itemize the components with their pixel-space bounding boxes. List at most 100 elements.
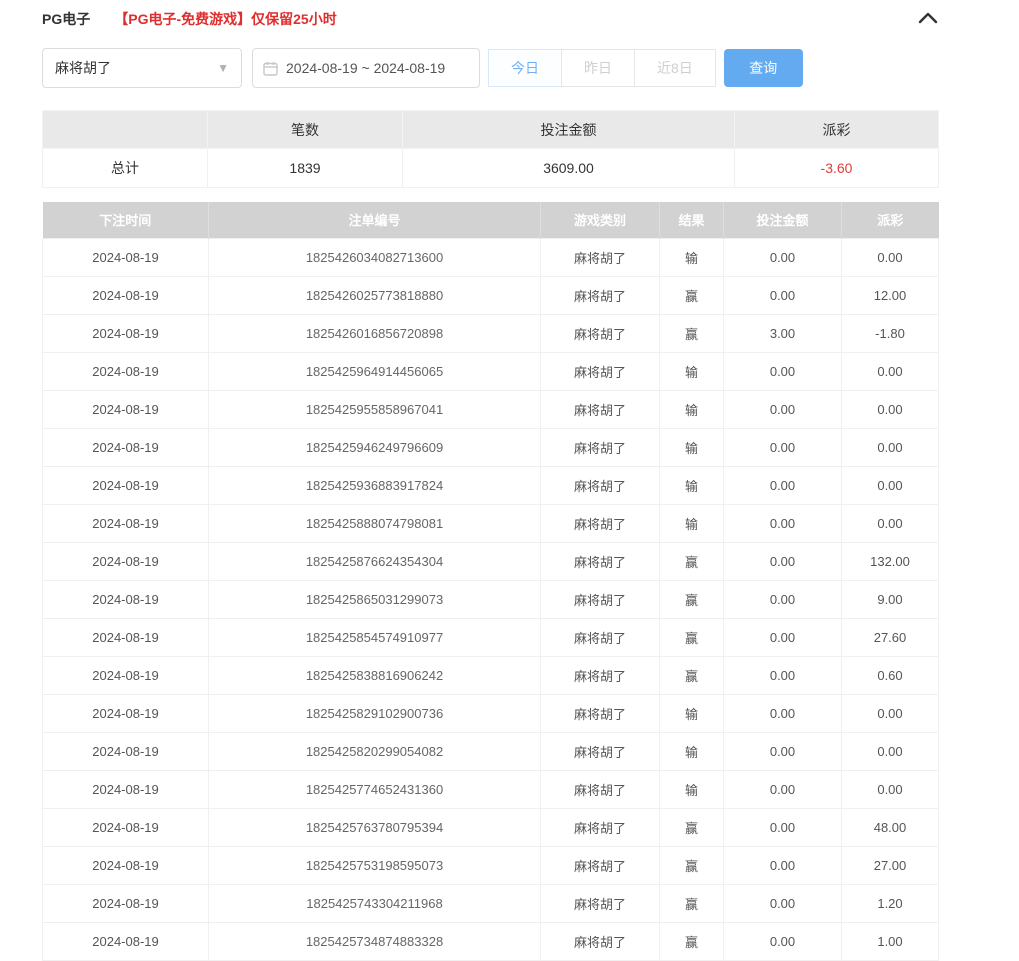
table-row: 2024-08-191825425829102900736麻将胡了输0.000.… [43,694,939,732]
cell-order_id: 1825425734874883328 [209,922,541,960]
header-result: 结果 [660,202,724,238]
cell-order_id: 1825425876624354304 [209,542,541,580]
cell-game: 麻将胡了 [541,352,660,390]
cell-result: 输 [660,504,724,542]
cell-order_id: 1825425936883917824 [209,466,541,504]
table-row: 2024-08-191825425774652431360麻将胡了输0.000.… [43,770,939,808]
cell-game: 麻将胡了 [541,732,660,770]
game-select[interactable]: 麻将胡了 ▼ [42,48,242,88]
panel-header: PG电子 【PG电子-免费游戏】仅保留25小时 [42,4,938,34]
search-button[interactable]: 查询 [724,49,803,87]
today-button[interactable]: 今日 [488,49,562,87]
cell-bet: 0.00 [724,618,842,656]
summary-table: 笔数 投注金额 派彩 总计 1839 3609.00 -3.60 [42,110,939,188]
table-row: 2024-08-191825426034082713600麻将胡了输0.000.… [43,238,939,276]
table-row: 2024-08-191825425820299054082麻将胡了输0.000.… [43,732,939,770]
cell-result: 输 [660,694,724,732]
cell-result: 赢 [660,922,724,960]
cell-payout: 0.00 [842,770,939,808]
cell-order_id: 1825425854574910977 [209,618,541,656]
cell-payout: 0.00 [842,428,939,466]
cell-game: 麻将胡了 [541,238,660,276]
summary-total-count: 1839 [208,149,403,188]
cell-date: 2024-08-19 [43,922,209,960]
cell-bet: 0.00 [724,276,842,314]
cell-bet: 0.00 [724,694,842,732]
cell-result: 输 [660,352,724,390]
table-row: 2024-08-191825425753198595073麻将胡了赢0.0027… [43,846,939,884]
cell-game: 麻将胡了 [541,770,660,808]
cell-payout: 1.20 [842,884,939,922]
cell-order_id: 1825426034082713600 [209,238,541,276]
cell-order_id: 1825425888074798081 [209,504,541,542]
summary-total-label: 总计 [43,149,208,188]
cell-date: 2024-08-19 [43,580,209,618]
yesterday-button[interactable]: 昨日 [561,49,635,87]
cell-game: 麻将胡了 [541,504,660,542]
cell-payout: 0.00 [842,466,939,504]
panel-title: PG电子 [42,9,90,29]
cell-payout: 27.60 [842,618,939,656]
cell-order_id: 1825425865031299073 [209,580,541,618]
collapse-button[interactable] [918,11,938,27]
cell-bet: 0.00 [724,504,842,542]
cell-payout: 9.00 [842,580,939,618]
cell-bet: 0.00 [724,352,842,390]
cell-result: 输 [660,238,724,276]
cell-result: 赢 [660,618,724,656]
cell-result: 赢 [660,884,724,922]
cell-result: 输 [660,770,724,808]
betting-records-page: PG电子 【PG电子-免费游戏】仅保留25小时 麻将胡了 ▼ 2024-08-1… [0,4,1019,961]
cell-order_id: 1825425753198595073 [209,846,541,884]
table-row: 2024-08-191825425854574910977麻将胡了赢0.0027… [43,618,939,656]
header-bet-amount: 投注金额 [724,202,842,238]
cell-payout: 0.00 [842,390,939,428]
cell-payout: 0.00 [842,732,939,770]
records-table: 下注时间 注单编号 游戏类别 结果 投注金额 派彩 2024-08-191825… [42,202,939,961]
header-game-type: 游戏类别 [541,202,660,238]
cell-date: 2024-08-19 [43,428,209,466]
cell-game: 麻将胡了 [541,276,660,314]
header-order-id: 注单编号 [209,202,541,238]
cell-date: 2024-08-19 [43,694,209,732]
cell-date: 2024-08-19 [43,542,209,580]
table-row: 2024-08-191825425888074798081麻将胡了输0.000.… [43,504,939,542]
panel-notice: 【PG电子-免费游戏】仅保留25小时 [114,9,336,29]
cell-order_id: 1825425838816906242 [209,656,541,694]
cell-game: 麻将胡了 [541,390,660,428]
cell-bet: 0.00 [724,922,842,960]
cell-game: 麻将胡了 [541,580,660,618]
cell-date: 2024-08-19 [43,884,209,922]
cell-game: 麻将胡了 [541,846,660,884]
cell-bet: 0.00 [724,846,842,884]
cell-result: 输 [660,466,724,504]
date-range-input[interactable]: 2024-08-19 ~ 2024-08-19 [252,48,480,88]
cell-bet: 0.00 [724,542,842,580]
cell-game: 麻将胡了 [541,884,660,922]
last-8-days-button[interactable]: 近8日 [634,49,716,87]
cell-bet: 3.00 [724,314,842,352]
cell-result: 赢 [660,314,724,352]
cell-game: 麻将胡了 [541,466,660,504]
summary-header-count: 笔数 [208,111,403,149]
cell-payout: 0.00 [842,504,939,542]
cell-result: 赢 [660,580,724,618]
game-select-value: 麻将胡了 [55,58,111,78]
table-row: 2024-08-191825426025773818880麻将胡了赢0.0012… [43,276,939,314]
cell-date: 2024-08-19 [43,504,209,542]
summary-total-row: 总计 1839 3609.00 -3.60 [43,149,939,188]
cell-payout: 0.60 [842,656,939,694]
cell-game: 麻将胡了 [541,694,660,732]
cell-bet: 0.00 [724,428,842,466]
chevron-down-icon: ▼ [217,61,229,75]
cell-game: 麻将胡了 [541,542,660,580]
table-row: 2024-08-191825425838816906242麻将胡了赢0.000.… [43,656,939,694]
cell-payout: 48.00 [842,808,939,846]
cell-result: 赢 [660,846,724,884]
cell-result: 输 [660,732,724,770]
cell-order_id: 1825425964914456065 [209,352,541,390]
cell-result: 赢 [660,542,724,580]
cell-bet: 0.00 [724,238,842,276]
cell-result: 赢 [660,808,724,846]
cell-bet: 0.00 [724,580,842,618]
